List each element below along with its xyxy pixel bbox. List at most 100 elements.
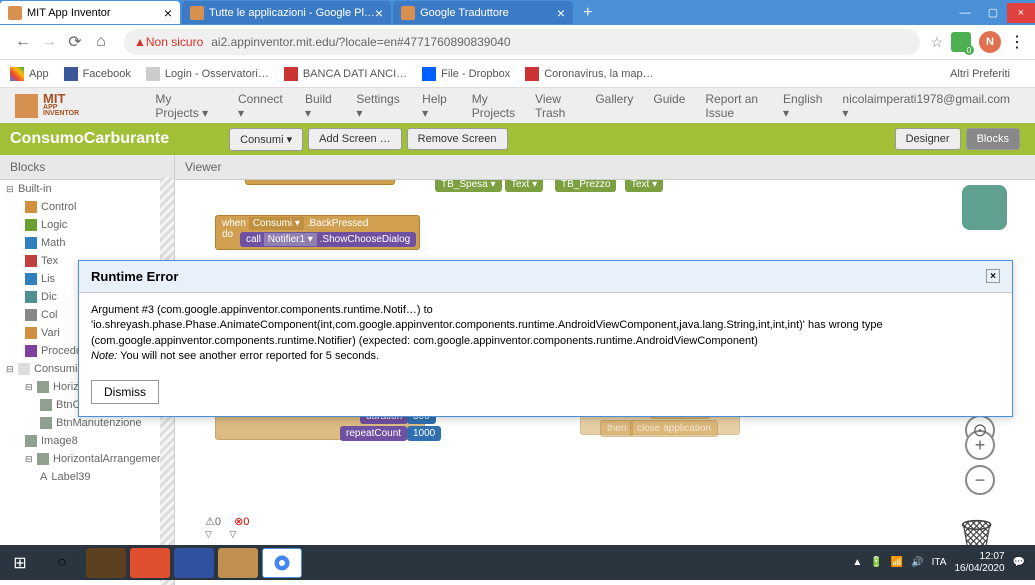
block-repeat-val[interactable]: 1000 [407,426,441,441]
bookmark-banca-dati[interactable]: BANCA DATI ANCI… [284,67,407,81]
block-then: then [600,420,633,437]
battery-icon[interactable]: 🔋 [870,557,882,568]
tray-icon[interactable]: ▲ [852,557,862,568]
task-cortana[interactable]: ○ [42,548,82,578]
error-body: Argument #3 (com.google.appinventor.comp… [79,293,1012,375]
window-controls: — ▢ × [951,3,1035,23]
control-icon [25,201,37,213]
bookmark-icon [146,67,160,81]
nav-language[interactable]: English ▾ [773,87,832,125]
tree-logic[interactable]: Logic [0,216,174,234]
browser-nav-bar: ← → ⟳ ⌂ ▲ Non sicuro ai2.appinventor.mit… [0,25,1035,60]
mit-logo[interactable]: MITAPP INVENTOR [15,92,93,120]
menu-my-projects[interactable]: My Projects ▾ [145,87,228,125]
bookmark-osservatori[interactable]: Login - Osservatori… [146,67,269,81]
backpack-icon[interactable] [962,185,1007,230]
add-screen-button[interactable]: Add Screen … [308,128,402,150]
close-icon[interactable]: × [557,5,565,21]
tab-translate[interactable]: Google Traduttore × [393,1,573,24]
back-button[interactable]: ← [13,32,33,52]
colors-icon [25,309,37,321]
nav-gallery[interactable]: Gallery [585,87,643,125]
tray-lang[interactable]: ITA [932,557,947,568]
block-closeapp[interactable]: close application [630,420,718,437]
blocks-button[interactable]: Blocks [966,128,1020,150]
dismiss-button[interactable]: Dismiss [91,380,159,404]
tree-math[interactable]: Math [0,234,174,252]
designer-button[interactable]: Designer [895,128,961,150]
bookmark-icon [284,67,298,81]
image-icon [25,435,37,447]
menu-help[interactable]: Help ▾ [412,87,462,125]
tab-mit[interactable]: MIT App Inventor × [0,1,180,24]
close-icon[interactable]: × [164,5,172,21]
layout-icon [37,453,49,465]
label-repeat: repeatCount [340,426,407,441]
tab-google-play[interactable]: Tutte le applicazioni - Google Pl… × [182,1,391,24]
error-close-button[interactable]: × [986,269,1000,283]
tree-control[interactable]: Control [0,198,174,216]
task-gimp[interactable] [86,548,126,578]
tree-btnmanut[interactable]: BtnManutenzione [0,414,174,432]
other-bookmarks[interactable]: Altri Preferiti [950,68,1010,80]
notifications-icon[interactable]: 💬 [1013,557,1025,568]
button-icon [40,399,52,411]
tree-label39[interactable]: ALabel39 [0,468,174,486]
apps-button[interactable]: App [10,67,49,81]
block-set[interactable] [245,180,395,185]
forward-button[interactable]: → [39,32,59,52]
tree-image8[interactable]: Image8 [0,432,174,450]
screen-selector[interactable]: Consumi ▾ [229,128,303,151]
url-text: ai2.appinventor.mit.edu/?locale=en#47717… [211,35,510,49]
nav-report-issue[interactable]: Report an Issue [695,87,773,125]
nav-view-trash[interactable]: View Trash [525,87,585,125]
fb-icon [64,67,78,81]
apps-icon [10,67,24,81]
block-text[interactable]: Text ▾ [505,180,543,192]
menu-connect[interactable]: Connect ▾ [228,87,295,125]
block-call-notifier[interactable]: call Notifier1 ▾ .ShowChooseDialog [240,232,416,247]
button-icon [40,417,52,429]
tree-harrange2[interactable]: ⊟HorizontalArrangemer [0,450,174,468]
zoom-in-button[interactable]: + [965,430,995,460]
nav-my-projects[interactable]: My Projects [462,87,525,125]
bookmark-coronavirus[interactable]: Coronavirus, la map… [525,67,653,81]
block-tbprezzo[interactable]: TB_Prezzo [555,180,616,192]
remove-screen-button[interactable]: Remove Screen [407,128,508,150]
tray-clock[interactable]: 12:07 16/04/2020 [954,551,1004,575]
close-window-button[interactable]: × [1007,3,1035,23]
app-header: MITAPP INVENTOR My Projects ▾ Connect ▾ … [0,88,1035,123]
nav-account[interactable]: nicolaimperati1978@gmail.com ▾ [832,87,1020,125]
tree-builtin[interactable]: ⊟Built-in [0,180,174,198]
network-icon[interactable]: 📶 [891,557,903,568]
start-button[interactable]: ⊞ [0,545,40,580]
extension-badge[interactable] [951,32,971,52]
volume-icon[interactable]: 🔊 [911,557,923,568]
task-firefox[interactable] [130,548,170,578]
bookmark-dropbox[interactable]: File - Dropbox [422,67,510,81]
reload-button[interactable]: ⟳ [65,32,85,52]
nav-guide[interactable]: Guide [643,87,695,125]
menu-settings[interactable]: Settings ▾ [346,87,412,125]
bookmark-facebook[interactable]: Facebook [64,67,131,81]
text-icon [25,255,37,267]
menu-build[interactable]: Build ▾ [295,87,346,125]
maximize-button[interactable]: ▢ [979,3,1007,23]
task-explorer[interactable] [218,548,258,578]
bookmark-icon [525,67,539,81]
address-bar[interactable]: ▲ Non sicuro ai2.appinventor.mit.edu/?lo… [124,29,920,55]
block-tbspesa[interactable]: TB_Spesa ▾ [435,180,502,192]
close-icon[interactable]: × [375,5,383,21]
menu-icon[interactable]: ⋮ [1009,32,1025,52]
block-text2[interactable]: Text ▾ [625,180,663,192]
zoom-out-button[interactable]: − [965,465,995,495]
task-app[interactable] [174,548,214,578]
new-tab-button[interactable]: + [575,4,600,22]
task-chrome[interactable] [262,548,302,578]
error-line2: 'io.shreyash.phase.Phase.AnimateComponen… [91,318,1000,349]
profile-avatar[interactable]: N [979,31,1001,53]
logo-icon [15,94,38,118]
bookmark-star-icon[interactable]: ☆ [930,34,943,51]
home-button[interactable]: ⌂ [91,32,111,52]
minimize-button[interactable]: — [951,3,979,23]
